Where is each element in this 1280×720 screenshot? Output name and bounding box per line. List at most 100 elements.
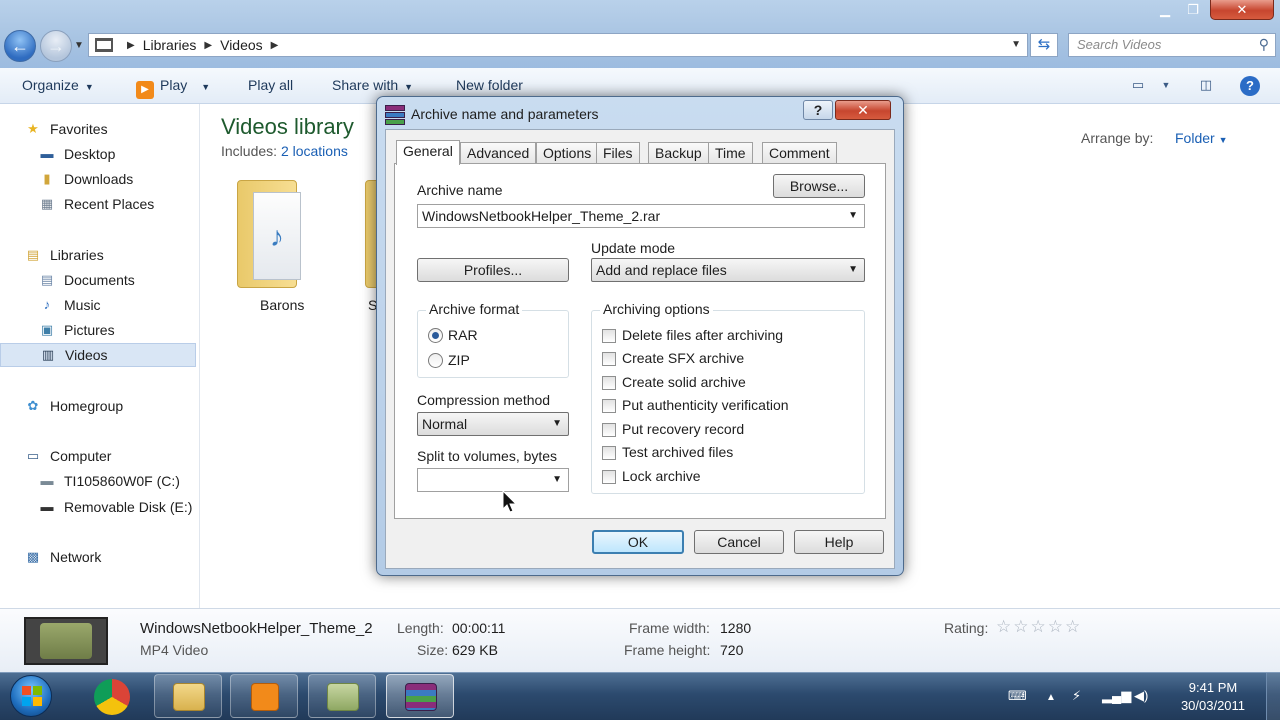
new-folder-button[interactable]: New folder [456,77,523,93]
dialog-title: Archive name and parameters [411,106,599,122]
show-hidden-icons-icon[interactable]: ▲ [1046,692,1056,703]
nav-favorites[interactable]: ★ Favorites [0,117,196,141]
nav-documents[interactable]: ▤ Documents [0,268,196,292]
taskbar-app[interactable] [308,674,376,718]
delete-files-checkbox[interactable] [602,329,616,343]
chevron-down-icon[interactable]: ▼ [552,469,562,491]
search-icon[interactable]: ⚲ [1259,36,1269,53]
taskbar-winrar[interactable] [386,674,454,718]
zip-label[interactable]: ZIP [448,352,470,368]
arrange-by-dropdown[interactable]: Folder ▼ [1175,130,1228,146]
tab-comment[interactable]: Comment [762,142,837,164]
test-archived-label[interactable]: Test archived files [622,444,733,460]
archive-name-input[interactable]: WindowsNetbookHelper_Theme_2.rar ▼ [417,204,865,228]
play-all-button[interactable]: Play all [248,77,293,93]
address-bar[interactable]: ▶ Libraries ▶ Videos ▶ ▼ [88,33,1028,57]
breadcrumb-separator-icon[interactable]: ▶ [127,40,135,51]
create-sfx-label[interactable]: Create SFX archive [622,350,744,366]
nav-recent-places[interactable]: ▦ Recent Places [0,192,196,216]
tab-files[interactable]: Files [596,142,640,164]
view-options-dropdown[interactable]: ▼ [1156,80,1176,98]
nav-videos[interactable]: ▥ Videos [0,343,196,367]
show-desktop-button[interactable] [1266,673,1280,720]
keyboard-icon[interactable]: ⌨ [1008,688,1027,704]
nav-desktop[interactable]: ▬ Desktop [0,142,196,166]
system-clock[interactable]: 9:41 PM 30/03/2011 [1168,679,1258,715]
close-window-button[interactable]: ✕ [1210,0,1274,20]
dialog-help-button[interactable]: ? [803,100,833,120]
minimize-button[interactable]: ▁ [1152,0,1178,20]
help-icon[interactable]: ? [1240,76,1260,96]
taskbar-chrome[interactable] [78,674,146,718]
nav-downloads[interactable]: ▮ Downloads [0,167,196,191]
search-input[interactable]: Search Videos ⚲ [1068,33,1276,57]
breadcrumb-libraries[interactable]: Libraries [143,37,197,53]
compression-method-select[interactable]: Normal ▼ [417,412,569,436]
tab-time[interactable]: Time [708,142,753,164]
recent-pages-dropdown[interactable]: ▼ [74,40,84,51]
preview-pane-icon[interactable]: ◫ [1196,77,1216,95]
refresh-button[interactable]: ⇆ [1030,33,1058,57]
nav-computer[interactable]: ▭ Computer [0,444,196,468]
library-locations-link[interactable]: 2 locations [281,143,348,159]
nav-homegroup[interactable]: ✿ Homegroup [0,394,196,418]
test-archived-checkbox[interactable] [602,446,616,460]
breadcrumb-separator-icon[interactable]: ▶ [271,40,279,51]
profiles-button[interactable]: Profiles... [417,258,569,282]
nav-libraries[interactable]: ▤ Libraries [0,243,196,267]
tab-advanced[interactable]: Advanced [460,142,537,164]
taskbar-media-player[interactable] [230,674,298,718]
organize-menu[interactable]: Organize ▼ [22,77,94,93]
split-volumes-input[interactable]: ▼ [417,468,569,492]
dialog-close-button[interactable]: ✕ [835,100,891,120]
lock-archive-checkbox[interactable] [602,470,616,484]
tab-backup[interactable]: Backup [648,142,709,164]
zip-radio[interactable] [428,353,443,368]
tab-options[interactable]: Options [536,142,599,164]
volume-icon[interactable]: ◀) [1134,688,1148,704]
create-solid-label[interactable]: Create solid archive [622,374,746,390]
delete-files-label[interactable]: Delete files after archiving [622,327,783,343]
recovery-record-checkbox[interactable] [602,423,616,437]
music-file-icon: ♪ [253,192,301,280]
forward-button[interactable]: → [40,30,72,62]
nav-drive-c[interactable]: ▬ TI105860W0F (C:) [0,469,196,493]
maximize-button[interactable]: ❐ [1180,0,1206,20]
cancel-button[interactable]: Cancel [694,530,784,554]
authenticity-checkbox[interactable] [602,399,616,413]
address-history-dropdown[interactable]: ▼ [1011,39,1021,50]
rar-radio[interactable] [428,328,443,343]
ok-button[interactable]: OK [592,530,684,554]
create-solid-checkbox[interactable] [602,376,616,390]
play-button[interactable]: ▶ Play ▼ [136,77,210,99]
video-thumbnail [24,617,108,665]
back-button[interactable]: ← [4,30,36,62]
nav-music[interactable]: ♪ Music [0,293,196,317]
nav-network[interactable]: ▩ Network [0,545,196,569]
breadcrumb-videos[interactable]: Videos [220,37,263,53]
taskbar-explorer[interactable] [154,674,222,718]
browse-button[interactable]: Browse... [773,174,865,198]
create-sfx-checkbox[interactable] [602,352,616,366]
update-mode-select[interactable]: Add and replace files ▼ [591,258,865,282]
authenticity-label[interactable]: Put authenticity verification [622,397,789,413]
folder-item[interactable]: ♪ [227,180,313,290]
lock-archive-label[interactable]: Lock archive [622,468,701,484]
tab-general[interactable]: General [396,140,460,165]
power-icon[interactable]: ⚡ [1072,688,1081,704]
search-placeholder: Search Videos [1077,37,1162,52]
chevron-down-icon[interactable]: ▼ [848,205,858,227]
change-view-icon[interactable]: ▭ [1128,77,1148,95]
rating-stars[interactable]: ☆☆☆☆☆ [996,617,1082,637]
nav-pictures[interactable]: ▣ Pictures [0,318,196,342]
start-button[interactable] [10,675,52,717]
network-signal-icon[interactable]: ▂▄▆ [1102,688,1131,704]
share-with-menu[interactable]: Share with ▼ [332,77,413,93]
rar-label[interactable]: RAR [448,327,478,343]
nav-drive-e[interactable]: ▬ Removable Disk (E:) [0,495,196,519]
file-type: MP4 Video [140,642,209,658]
help-button[interactable]: Help [794,530,884,554]
folder-label[interactable]: Barons [260,297,304,313]
breadcrumb-separator-icon[interactable]: ▶ [204,40,212,51]
recovery-record-label[interactable]: Put recovery record [622,421,744,437]
